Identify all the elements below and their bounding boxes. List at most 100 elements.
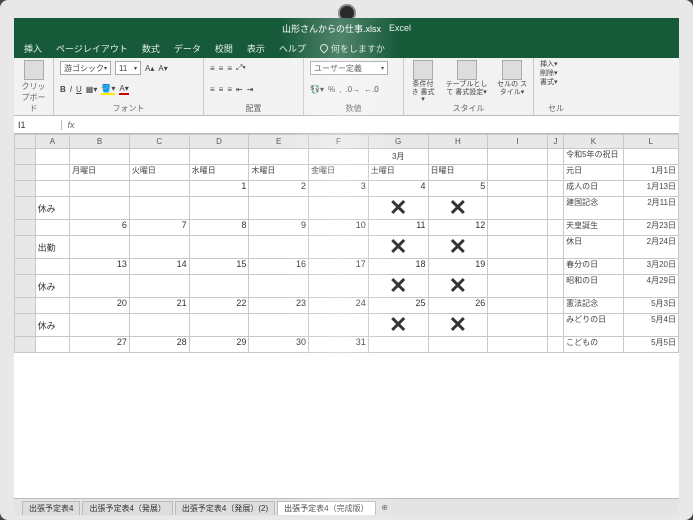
- day-sun[interactable]: 日曜日: [428, 165, 488, 181]
- row-label[interactable]: 出勤: [35, 236, 69, 259]
- paste-button[interactable]: [20, 60, 47, 80]
- col-D[interactable]: D: [189, 135, 249, 149]
- worksheet[interactable]: A B C D E F G H I J K L 3月: [14, 134, 679, 498]
- x-mark[interactable]: ✕: [368, 197, 428, 220]
- day-wed[interactable]: 水曜日: [189, 165, 249, 181]
- dec-decimal-icon[interactable]: ←.0: [364, 85, 379, 94]
- cell[interactable]: 20: [70, 298, 130, 314]
- cell[interactable]: 23: [249, 298, 309, 314]
- cell[interactable]: 6: [70, 220, 130, 236]
- month-header[interactable]: 3月: [368, 149, 428, 165]
- row-hdr[interactable]: [15, 181, 36, 197]
- indent-dec-icon[interactable]: ⇤: [236, 85, 243, 94]
- select-all[interactable]: [15, 135, 36, 149]
- x-mark[interactable]: ✕: [428, 314, 488, 337]
- holiday-name[interactable]: 元日: [564, 165, 624, 181]
- comma-icon[interactable]: ,: [339, 85, 341, 94]
- delete-cells-button[interactable]: 削除▾: [540, 69, 572, 78]
- cell[interactable]: 7: [129, 220, 189, 236]
- align-bottom-icon[interactable]: ≡: [227, 64, 232, 73]
- currency-icon[interactable]: 💱▾: [310, 85, 324, 94]
- col-B[interactable]: B: [70, 135, 130, 149]
- x-mark[interactable]: ✕: [428, 197, 488, 220]
- holiday-name[interactable]: 春分の日: [564, 259, 624, 275]
- row-hdr[interactable]: [15, 149, 36, 165]
- holiday-date[interactable]: 1月1日: [623, 165, 678, 181]
- cell[interactable]: 24: [309, 298, 369, 314]
- sheet-tab[interactable]: 出張予定表4（発展）: [82, 501, 172, 515]
- cell[interactable]: [70, 181, 130, 197]
- cell[interactable]: 17: [309, 259, 369, 275]
- indent-inc-icon[interactable]: ⇥: [247, 85, 254, 94]
- cell[interactable]: 29: [189, 337, 249, 353]
- tab-page-layout[interactable]: ページレイアウト: [56, 42, 128, 55]
- row-hdr[interactable]: [15, 275, 36, 298]
- cell[interactable]: [428, 337, 488, 353]
- x-mark[interactable]: ✕: [368, 236, 428, 259]
- cell[interactable]: 14: [129, 259, 189, 275]
- row-label[interactable]: 休み: [35, 197, 69, 220]
- insert-cells-button[interactable]: 挿入▾: [540, 60, 572, 69]
- grid[interactable]: A B C D E F G H I J K L 3月: [14, 134, 679, 353]
- cell[interactable]: 21: [129, 298, 189, 314]
- cell[interactable]: 1: [189, 181, 249, 197]
- tab-help[interactable]: ヘルプ: [279, 42, 306, 55]
- align-top-icon[interactable]: ≡: [210, 64, 215, 73]
- cell[interactable]: 8: [189, 220, 249, 236]
- italic-button[interactable]: I: [70, 85, 72, 94]
- row-hdr[interactable]: [15, 259, 36, 275]
- col-L[interactable]: L: [623, 135, 678, 149]
- holiday-name[interactable]: 昭和の日: [564, 275, 624, 298]
- name-box[interactable]: I1: [14, 120, 62, 130]
- day-thu[interactable]: 木曜日: [249, 165, 309, 181]
- holiday-date[interactable]: 4月29日: [623, 275, 678, 298]
- tab-insert[interactable]: 挿入: [24, 42, 42, 55]
- tab-review[interactable]: 校閲: [215, 42, 233, 55]
- table-format-button[interactable]: テーブルとして 書式設定▾: [444, 60, 489, 96]
- format-cells-button[interactable]: 書式▾: [540, 78, 572, 87]
- holiday-name[interactable]: 建国記念: [564, 197, 624, 220]
- col-J[interactable]: J: [548, 135, 564, 149]
- row-hdr[interactable]: [15, 220, 36, 236]
- fill-color-button[interactable]: 🪣▾: [101, 84, 115, 95]
- day-tue[interactable]: 火曜日: [129, 165, 189, 181]
- cell[interactable]: [368, 337, 428, 353]
- holiday-date[interactable]: 1月13日: [623, 181, 678, 197]
- day-fri[interactable]: 金曜日: [309, 165, 369, 181]
- col-C[interactable]: C: [129, 135, 189, 149]
- decrease-font-icon[interactable]: A▾: [158, 64, 167, 73]
- bold-button[interactable]: B: [60, 85, 66, 94]
- col-K[interactable]: K: [564, 135, 624, 149]
- holiday-name[interactable]: 憲法記念: [564, 298, 624, 314]
- day-sat[interactable]: 土曜日: [368, 165, 428, 181]
- align-left-icon[interactable]: ≡: [210, 85, 215, 94]
- sheet-tab[interactable]: 出張予定表4（発展）(2): [175, 501, 275, 515]
- row-hdr[interactable]: [15, 236, 36, 259]
- cell-style-button[interactable]: セルの スタイル▾: [497, 60, 527, 96]
- col-F[interactable]: F: [309, 135, 369, 149]
- holiday-title[interactable]: 令和5年の祝日: [564, 149, 624, 165]
- row-hdr[interactable]: [15, 337, 36, 353]
- holiday-date[interactable]: 2月24日: [623, 236, 678, 259]
- row-hdr[interactable]: [15, 165, 36, 181]
- cell[interactable]: 31: [309, 337, 369, 353]
- row-hdr[interactable]: [15, 314, 36, 337]
- cell[interactable]: 15: [189, 259, 249, 275]
- holiday-date[interactable]: 2月23日: [623, 220, 678, 236]
- cell[interactable]: 10: [309, 220, 369, 236]
- col-A[interactable]: A: [35, 135, 69, 149]
- cell[interactable]: 16: [249, 259, 309, 275]
- x-mark[interactable]: ✕: [368, 275, 428, 298]
- add-sheet-icon[interactable]: ⊕: [378, 503, 392, 512]
- x-mark[interactable]: ✕: [368, 314, 428, 337]
- holiday-name[interactable]: こどもの: [564, 337, 624, 353]
- holiday-name[interactable]: 成人の日: [564, 181, 624, 197]
- cell[interactable]: 2: [249, 181, 309, 197]
- col-G[interactable]: G: [368, 135, 428, 149]
- tab-formulas[interactable]: 数式: [142, 42, 160, 55]
- holiday-name[interactable]: 休日: [564, 236, 624, 259]
- x-mark[interactable]: ✕: [428, 236, 488, 259]
- fx-icon[interactable]: fx: [62, 120, 80, 130]
- font-size-select[interactable]: 11▾: [115, 61, 141, 75]
- underline-button[interactable]: U: [76, 85, 82, 94]
